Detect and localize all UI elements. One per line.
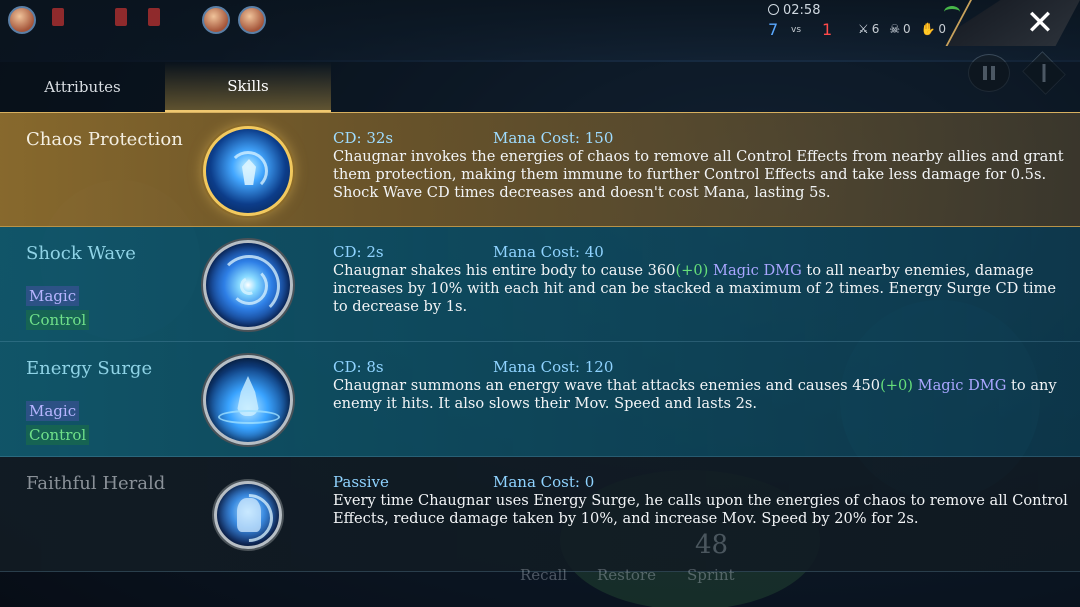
match-timer: 02:58 bbox=[768, 3, 820, 18]
skill-name: Chaos Protection bbox=[26, 129, 183, 150]
hud-flag-icon bbox=[115, 8, 127, 26]
skill-meta: CD: 8s Mana Cost: 120 bbox=[333, 358, 613, 376]
assists-count: 0 bbox=[938, 22, 947, 36]
bottom-number: 48 bbox=[695, 530, 729, 560]
wifi-icon bbox=[944, 6, 960, 18]
sprint-button[interactable]: Sprint bbox=[687, 566, 735, 584]
restore-button[interactable]: Restore bbox=[597, 566, 656, 584]
skill-meta: CD: 32s Mana Cost: 150 bbox=[333, 129, 613, 147]
skill-mana-cost: Mana Cost: 0 bbox=[493, 473, 595, 491]
blue-team-kills: 7 bbox=[768, 20, 779, 39]
player-avatar bbox=[8, 6, 36, 34]
skill-list: Chaos Protection CD: 32s Mana Cost: 150 … bbox=[0, 112, 1080, 572]
assist-icon: ✋ bbox=[920, 22, 936, 36]
skill-description: Chaugnar shakes his entire body to cause… bbox=[333, 262, 1056, 315]
vs-label: vs bbox=[791, 25, 802, 35]
skill-tag-control: Control bbox=[26, 310, 90, 330]
skill-name: Shock Wave bbox=[26, 243, 136, 264]
kda-stats: ⚔ 6 ☠ 0 ✋ 0 bbox=[858, 22, 952, 36]
skill-row-shock-wave[interactable]: Shock Wave Magic Control CD: 2s Mana Cos… bbox=[0, 227, 1080, 342]
skill-name: Energy Surge bbox=[26, 358, 153, 379]
skill-meta: CD: 2s Mana Cost: 40 bbox=[333, 243, 604, 261]
damage-bonus: (+0) bbox=[675, 262, 709, 279]
skill-name: Faithful Herald bbox=[26, 473, 166, 494]
skill-row-faithful-herald[interactable]: Faithful Herald Passive Mana Cost: 0 Eve… bbox=[0, 457, 1080, 572]
skill-cooldown: CD: 8s bbox=[333, 358, 384, 376]
skill-description: Chaugnar summons an energy wave that att… bbox=[333, 377, 1057, 412]
skull-icon: ☠ bbox=[889, 22, 900, 36]
skill-meta: Passive Mana Cost: 0 bbox=[333, 473, 594, 491]
recall-button[interactable]: Recall bbox=[520, 566, 567, 584]
teammate-avatar bbox=[238, 6, 266, 34]
top-hud: 02:58 7 vs 1 ⚔ 6 ☠ 0 ✋ 0 ✕ bbox=[0, 0, 1080, 60]
kills-count: 6 bbox=[871, 22, 880, 36]
skill-cooldown: CD: 2s bbox=[333, 243, 384, 261]
skill-description: Every time Chaugnar uses Energy Surge, h… bbox=[333, 492, 1068, 527]
damage-bonus: (+0) bbox=[880, 377, 913, 394]
skill-tag-magic: Magic bbox=[26, 286, 80, 306]
red-team-kills: 1 bbox=[822, 20, 833, 39]
deaths-count: 0 bbox=[903, 22, 911, 36]
skill-tag-control: Control bbox=[26, 425, 90, 445]
skill-description: Chaugnar invokes the energies of chaos t… bbox=[333, 148, 1064, 201]
energy-surge-icon bbox=[203, 355, 293, 445]
shock-wave-icon bbox=[203, 240, 293, 330]
skill-row-chaos-protection[interactable]: Chaos Protection CD: 32s Mana Cost: 150 … bbox=[0, 112, 1080, 227]
tab-skills[interactable]: Skills bbox=[165, 62, 331, 112]
magic-dmg-label: Magic DMG bbox=[912, 377, 1007, 394]
tab-attributes[interactable]: Attributes bbox=[0, 62, 165, 112]
bottom-action-bar: 48 Recall Restore Sprint bbox=[0, 530, 1080, 607]
skill-tag-magic: Magic bbox=[26, 401, 80, 421]
clock-icon bbox=[768, 4, 779, 15]
chaos-protection-icon bbox=[203, 126, 293, 216]
skill-mana-cost: Mana Cost: 150 bbox=[493, 129, 614, 147]
skill-cooldown: CD: 32s bbox=[333, 129, 394, 147]
skill-mana-cost: Mana Cost: 40 bbox=[493, 243, 604, 261]
crossed-swords-icon: ⚔ bbox=[858, 22, 869, 36]
close-button[interactable]: ✕ bbox=[1020, 3, 1060, 43]
hud-flag-icon bbox=[52, 8, 64, 26]
magic-dmg-label: Magic DMG bbox=[708, 262, 802, 279]
tab-bar: Attributes Skills bbox=[0, 62, 1080, 112]
skill-passive-label: Passive bbox=[333, 473, 389, 491]
teammate-avatar bbox=[202, 6, 230, 34]
hud-flag-icon bbox=[148, 8, 160, 26]
skill-row-energy-surge[interactable]: Energy Surge Magic Control CD: 8s Mana C… bbox=[0, 342, 1080, 457]
faithful-herald-icon bbox=[214, 481, 282, 549]
skill-mana-cost: Mana Cost: 120 bbox=[493, 358, 614, 376]
